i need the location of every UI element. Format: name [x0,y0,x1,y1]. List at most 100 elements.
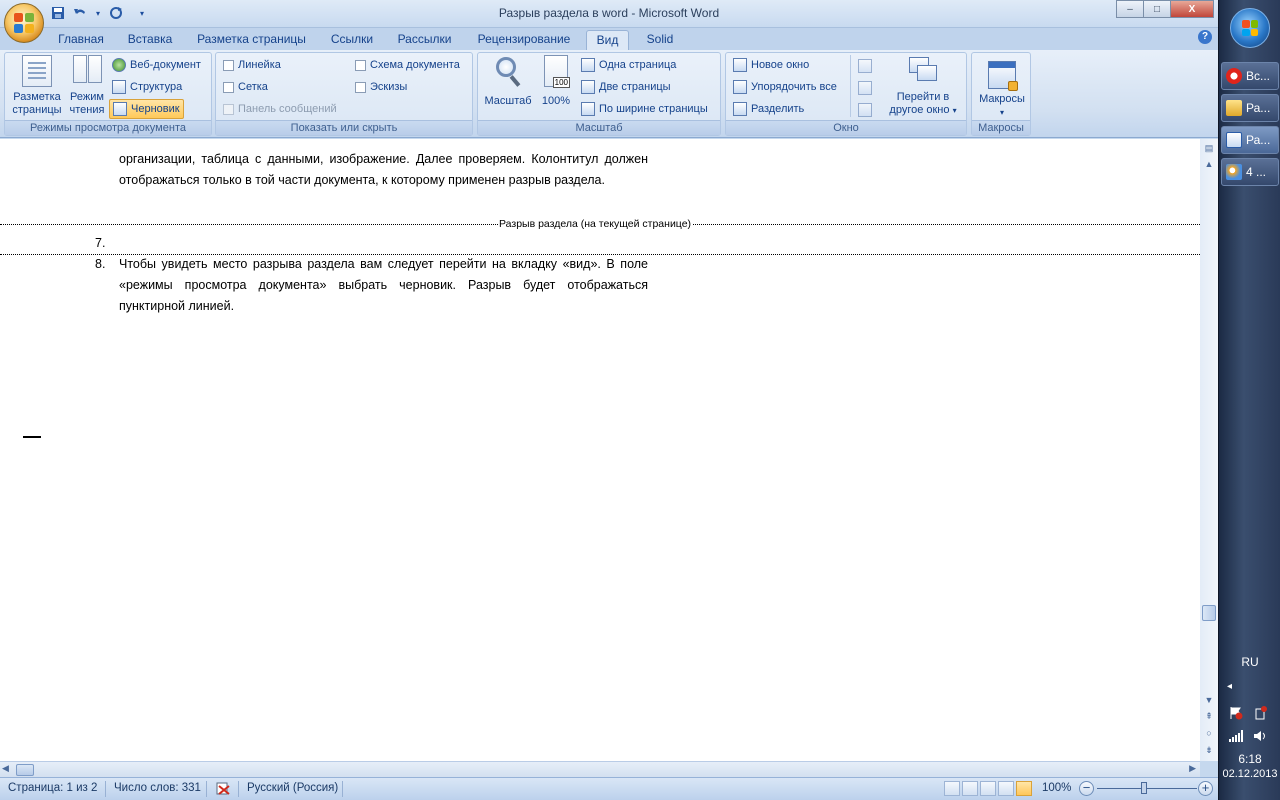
clock-date[interactable]: 02.12.2013 [1219,768,1280,780]
draft-button[interactable]: Черновик [109,99,184,119]
zoom-button[interactable]: Масштаб [481,55,535,108]
list-number-7: 7. [95,236,106,250]
paint-icon [1226,164,1242,180]
web-layout-icon [112,58,126,72]
message-bar-label: Панель сообщений [238,103,337,115]
draft-label: Черновик [131,103,180,115]
taskbar-button-folder[interactable]: Ра... [1221,94,1279,122]
outline-icon [112,80,126,94]
outline-button[interactable]: Структура [109,77,185,97]
web-layout-button[interactable]: Веб-документ [109,55,204,75]
zoom-100-button[interactable]: 100 100% [537,55,575,108]
document-map-checkbox[interactable]: Схема документа [352,55,463,75]
next-page-icon[interactable]: ⇟ [1201,743,1217,757]
taskbar-button-paint[interactable]: 4 ... [1221,158,1279,186]
volume-icon[interactable] [1253,729,1267,743]
tab-page-layout[interactable]: Разметка страницы [190,30,313,50]
split-button[interactable]: Разделить [730,99,807,119]
full-screen-reading-button[interactable]: Режим чтения [65,55,109,117]
reset-window-position-icon[interactable] [858,103,872,117]
document-area[interactable]: организации, таблица с данными, изображе… [0,139,1200,761]
synchronous-scrolling-icon[interactable] [858,81,872,95]
gridlines-label: Сетка [238,81,268,93]
print-layout-button[interactable]: Разметка страницы [9,55,65,117]
select-browse-object-icon[interactable]: ○ [1201,726,1217,740]
thumbnails-check[interactable] [355,81,366,93]
page-width-button[interactable]: По ширине страницы [578,99,711,119]
chevron-down-icon: ▾ [952,106,957,115]
ruler-checkbox[interactable]: Линейка [220,55,284,75]
switch-windows-icon [907,55,939,85]
status-separator [206,781,207,797]
zoom-slider-track[interactable] [1097,788,1197,789]
paragraph-item-8: Чтобы увидеть место разрыва раздела вам … [119,257,648,313]
taskbar-label: 4 ... [1246,165,1267,179]
ruler-toggle-icon[interactable]: ▤ [1201,141,1217,155]
view-web-layout-icon[interactable] [980,781,996,796]
message-bar-check [223,103,234,115]
ruler-check[interactable] [223,59,234,71]
gridlines-checkbox[interactable]: Сетка [220,77,271,97]
help-icon[interactable]: ? [1198,30,1212,44]
view-full-screen-reading-icon[interactable] [962,781,978,796]
previous-page-icon[interactable]: ⇞ [1201,709,1217,723]
taskbar-label: Ра... [1246,133,1271,147]
language-indicator[interactable]: Русский (Россия) [247,782,338,794]
proofing-error-icon[interactable] [215,782,231,796]
vertical-scroll-thumb[interactable] [1202,605,1216,621]
arrange-all-label: Упорядочить все [751,81,837,93]
switch-windows-button[interactable]: Перейти в другое окно ▾ [882,55,964,117]
arrange-all-icon [733,80,747,94]
taskbar-button-word[interactable]: Ра... [1221,126,1279,154]
zoom-slider-thumb[interactable] [1141,782,1147,794]
action-center-flag-icon[interactable] [1229,706,1243,720]
zoom-out-button[interactable]: − [1079,781,1094,796]
show-hidden-icons[interactable]: ◂ [1227,681,1232,692]
minimize-button[interactable]: – [1116,0,1144,18]
one-page-button[interactable]: Одна страница [578,55,679,75]
two-pages-button[interactable]: Две страницы [578,77,674,97]
taskbar-button-browser[interactable]: Вс... [1221,62,1279,90]
view-draft-icon[interactable] [1016,781,1032,796]
scroll-left-icon[interactable]: ◀ [2,763,9,774]
clock-time[interactable]: 6:18 [1219,752,1280,766]
view-print-layout-icon[interactable] [944,781,960,796]
macros-button[interactable]: Макросы ▾ [974,55,1030,119]
yandex-browser-icon [1226,68,1242,84]
horizontal-scrollbar[interactable]: ◀ ▶ [0,761,1200,777]
thumbnails-checkbox[interactable]: Эскизы [352,77,410,97]
document-map-check[interactable] [355,59,366,71]
tab-mailings[interactable]: Рассылки [391,30,458,50]
word-count[interactable]: Число слов: 331 [114,782,201,794]
office-button[interactable] [4,3,44,43]
network-icon[interactable] [1229,730,1243,742]
tab-references[interactable]: Ссылки [324,30,380,50]
view-outline-icon[interactable] [998,781,1014,796]
tab-home[interactable]: Главная [52,30,110,50]
page-count[interactable]: Страница: 1 из 2 [8,782,97,794]
zoom-in-button[interactable]: + [1198,781,1213,796]
new-window-button[interactable]: Новое окно [730,55,812,75]
power-icon[interactable] [1253,706,1267,720]
vertical-scrollbar[interactable]: ▤ ▲ ▼ ⇞ ○ ⇟ [1200,139,1218,761]
scroll-up-icon[interactable]: ▲ [1201,157,1217,171]
gridlines-check[interactable] [223,81,234,93]
start-button[interactable] [1230,8,1270,48]
zoom-level[interactable]: 100% [1042,782,1071,794]
arrange-all-button[interactable]: Упорядочить все [730,77,840,97]
group-divider [850,55,851,117]
view-side-by-side-icon[interactable] [858,59,872,73]
tab-solid[interactable]: Solid [640,30,680,50]
macros-label: Макросы [979,93,1025,105]
language-bar[interactable]: RU [1219,655,1280,669]
tab-insert[interactable]: Вставка [121,30,179,50]
tab-review[interactable]: Рецензирование [469,30,579,50]
scroll-down-icon[interactable]: ▼ [1201,693,1217,707]
maximize-button[interactable]: □ [1143,0,1171,18]
tab-view[interactable]: Вид [586,30,629,50]
close-button[interactable]: X [1170,0,1214,18]
macros-dropdown-icon: ▾ [999,108,1004,117]
scroll-right-icon[interactable]: ▶ [1189,763,1196,774]
horizontal-scroll-thumb[interactable] [16,764,34,776]
title-bar: ▾ ▾ Разрыв раздела в word - Microsoft Wo… [0,0,1218,28]
